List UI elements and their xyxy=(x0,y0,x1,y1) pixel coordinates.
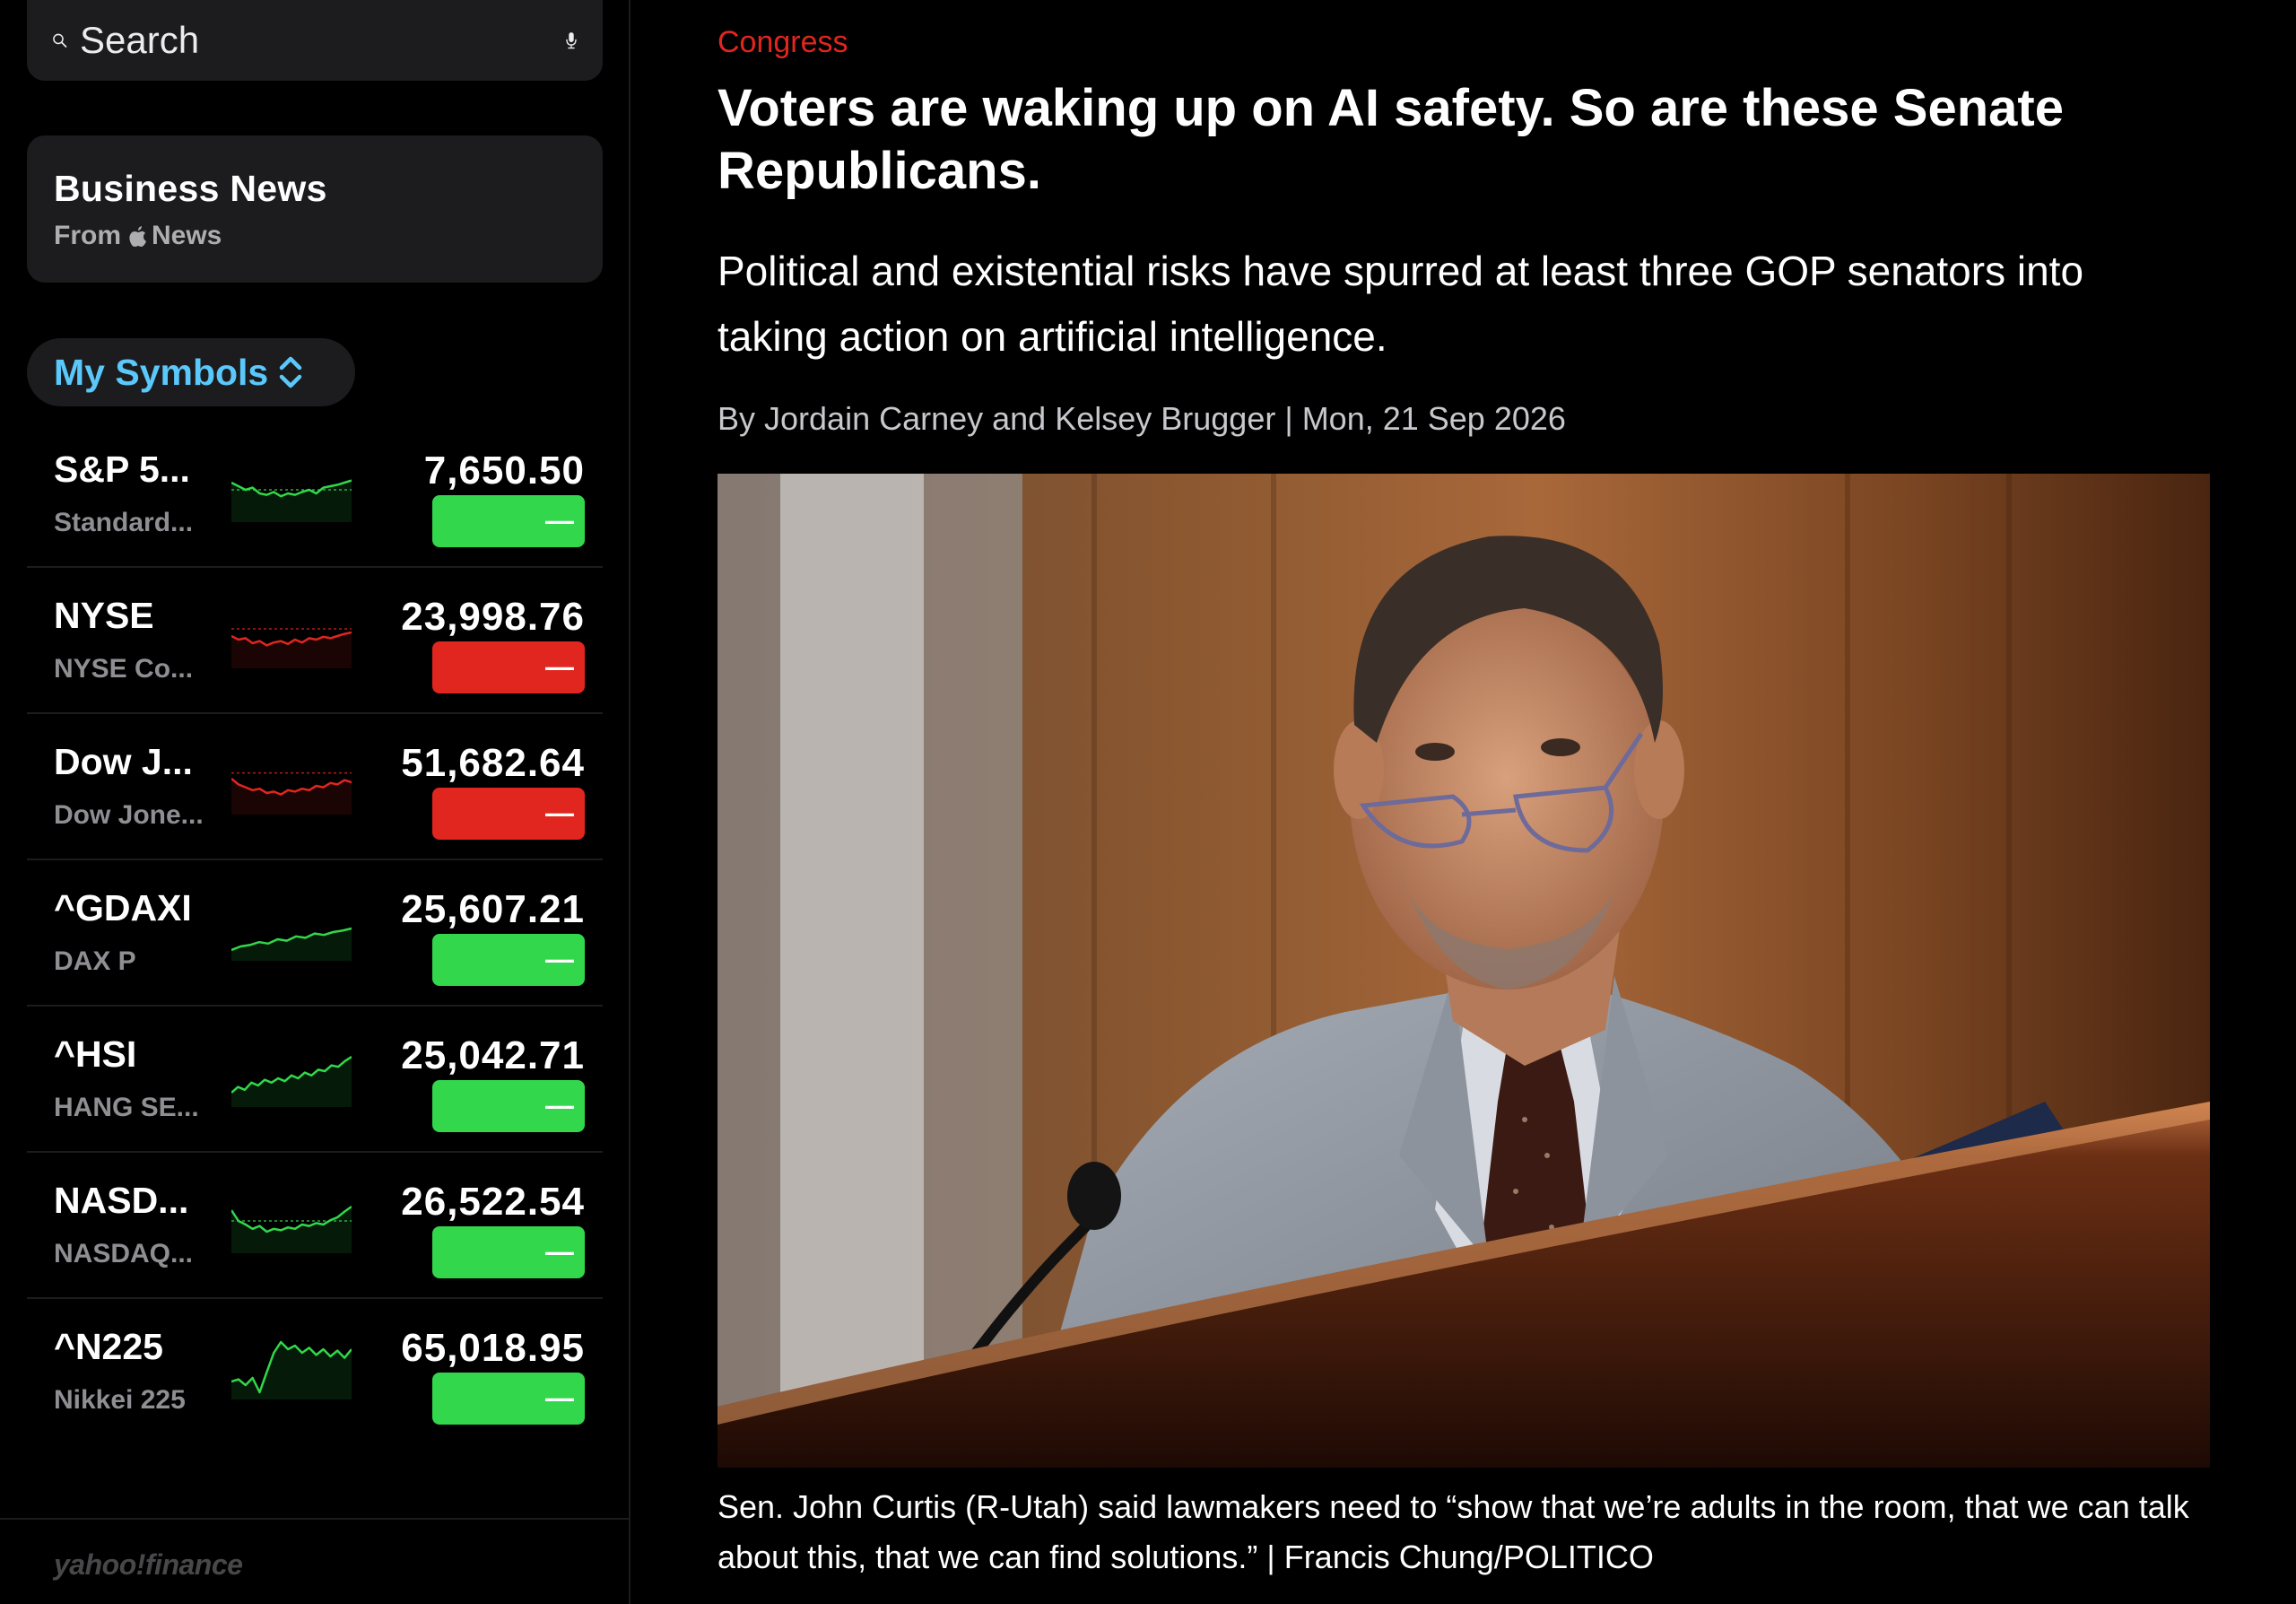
symbol-name: HANG SE... xyxy=(54,1093,199,1122)
symbol-sparkline xyxy=(231,1340,352,1399)
symbol-price: 65,018.95 xyxy=(401,1326,585,1370)
symbol-change-badge[interactable]: — xyxy=(432,495,585,547)
symbol-name: Dow Jone... xyxy=(54,800,204,830)
symbol-list: S&P 5... Standard... 7,650.50 — NYSE NYS… xyxy=(27,422,603,1445)
apple-logo-icon xyxy=(129,226,146,247)
search-icon xyxy=(53,33,67,48)
my-symbols-label: My Symbols xyxy=(54,351,269,393)
symbol-price: 51,682.64 xyxy=(401,741,585,785)
app-window: Business News From News My Symbols S&P 5… xyxy=(0,0,2296,1604)
symbol-name: NYSE Co... xyxy=(54,654,194,684)
symbol-name: Standard... xyxy=(54,508,194,537)
yahoo-finance-footer[interactable]: yahoo!finance xyxy=(0,1518,631,1604)
symbol-price: 7,650.50 xyxy=(423,449,585,493)
article-headline: Voters are waking up on AI safety. So ar… xyxy=(718,79,2064,200)
sparkline-area xyxy=(231,480,352,522)
symbol-change-badge[interactable]: — xyxy=(432,934,585,986)
sparkline-area xyxy=(231,1057,352,1107)
search-input[interactable] xyxy=(80,19,566,62)
stocks-sidebar: Business News From News My Symbols S&P 5… xyxy=(0,0,631,1604)
photo-caption: Sen. John Curtis (R-Utah) said lawmakers… xyxy=(718,1488,2189,1575)
symbol-row-nasdaq[interactable]: NASD... NASDAQ... 26,522.54 — xyxy=(27,1153,603,1299)
symbol-sparkline xyxy=(231,628,352,668)
symbol-name: Nikkei 225 xyxy=(54,1385,186,1415)
from-label: From xyxy=(54,221,121,250)
symbol-name: DAX P xyxy=(54,946,136,976)
symbol-price: 25,042.71 xyxy=(401,1033,585,1077)
symbol-sparkline xyxy=(231,1205,352,1253)
symbol-row-sp500[interactable]: S&P 5... Standard... 7,650.50 — xyxy=(27,422,603,568)
symbol-name: NASDAQ... xyxy=(54,1239,194,1268)
symbol-ticker: Dow J... xyxy=(54,741,193,782)
my-symbols-selector[interactable]: My Symbols xyxy=(27,338,355,406)
article-category[interactable]: Congress xyxy=(718,25,848,60)
symbol-price: 26,522.54 xyxy=(401,1180,585,1224)
symbol-sparkline xyxy=(231,479,352,522)
microphone-icon[interactable] xyxy=(565,18,578,63)
symbol-row-hsi[interactable]: ^HSI HANG SE... 25,042.71 — xyxy=(27,1007,603,1153)
symbol-ticker: ^HSI xyxy=(54,1033,137,1075)
symbol-ticker: NYSE xyxy=(54,595,154,636)
symbol-price: 25,607.21 xyxy=(401,887,585,931)
yahoo-finance-logo: yahoo!finance xyxy=(54,1548,243,1581)
chevron-up-down-icon xyxy=(279,356,302,388)
symbol-row-dow[interactable]: Dow J... Dow Jone... 51,682.64 — xyxy=(27,714,603,860)
symbol-sparkline xyxy=(231,927,352,961)
article-hero-photo[interactable] xyxy=(718,474,2210,1468)
business-news-title: Business News xyxy=(54,168,327,209)
symbol-price: 23,998.76 xyxy=(401,595,585,639)
symbol-change-badge[interactable]: — xyxy=(432,1373,585,1425)
symbol-row-n225[interactable]: ^N225 Nikkei 225 65,018.95 — xyxy=(27,1299,603,1445)
article-byline: By Jordain Carney and Kelsey Brugger | M… xyxy=(718,400,1566,437)
sparkline-area xyxy=(231,1207,352,1253)
search-bar[interactable] xyxy=(27,0,603,81)
symbol-sparkline xyxy=(231,771,352,815)
business-news-card[interactable]: Business News From News xyxy=(27,135,603,283)
business-news-source: From News xyxy=(54,221,576,251)
sparkline-area xyxy=(231,1342,352,1399)
article-subheadline: Political and existential risks have spu… xyxy=(718,248,2084,360)
symbol-change-badge[interactable]: — xyxy=(432,641,585,693)
symbol-row-gdaxi[interactable]: ^GDAXI DAX P 25,607.21 — xyxy=(27,860,603,1007)
news-label: News xyxy=(152,221,222,250)
symbol-ticker: NASD... xyxy=(54,1180,189,1221)
symbol-ticker: ^GDAXI xyxy=(54,887,192,928)
symbol-change-badge[interactable]: — xyxy=(432,788,585,840)
symbol-ticker: ^N225 xyxy=(54,1326,163,1367)
symbol-sparkline xyxy=(231,1055,352,1107)
senator-photo xyxy=(718,474,2210,1468)
symbol-change-badge[interactable]: — xyxy=(432,1080,585,1132)
symbol-row-nyse[interactable]: NYSE NYSE Co... 23,998.76 — xyxy=(27,568,603,714)
symbol-change-badge[interactable]: — xyxy=(432,1226,585,1278)
symbol-ticker: S&P 5... xyxy=(54,449,190,490)
